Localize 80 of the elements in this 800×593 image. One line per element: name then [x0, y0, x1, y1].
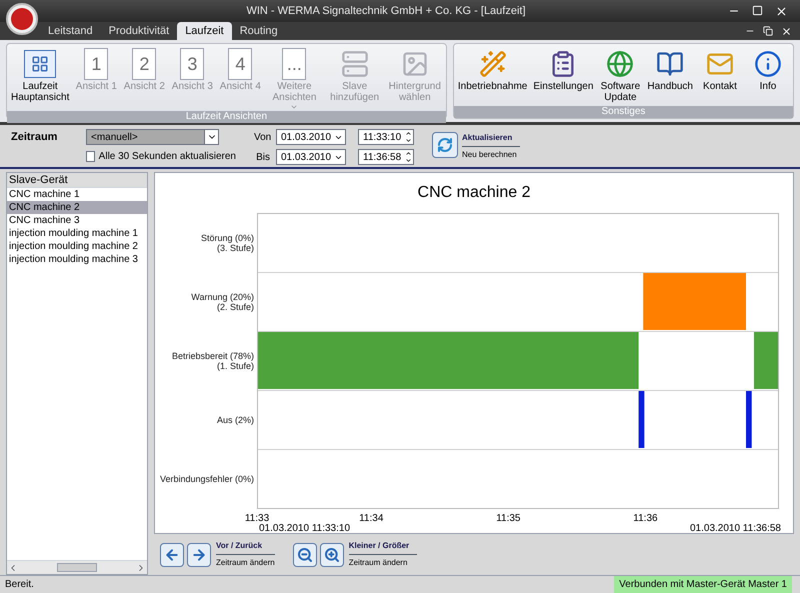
refresh-subtitle: Neu berechnen — [462, 149, 518, 161]
ribbon-tab[interactable]: Leitstand — [40, 22, 101, 40]
info-icon — [754, 50, 782, 78]
arrow-left-icon — [164, 546, 180, 562]
page-icon: ... — [282, 48, 306, 80]
range-label: Zeitraum — [11, 130, 58, 145]
range-dropdown[interactable]: <manuell> — [86, 129, 219, 145]
book-icon — [656, 50, 684, 78]
restore-icon[interactable] — [763, 26, 773, 36]
refresh-title: Aktualisieren — [462, 132, 520, 147]
device-item[interactable]: injection moulding machine 3 — [7, 253, 147, 266]
nav-title: Kleiner / Größer — [348, 540, 418, 555]
window-title: WIN - WERMA Signaltechnik GmbH + Co. KG - [Laufzeit] — [246, 4, 526, 19]
page-icon: 3 — [180, 48, 204, 80]
tick-label: 11:35 — [496, 512, 520, 526]
device-item[interactable]: CNC machine 3 — [7, 214, 147, 227]
spinner-icon — [405, 130, 412, 144]
maximize-icon[interactable] — [752, 4, 763, 16]
arrow-right-icon — [191, 546, 207, 562]
device-item[interactable]: injection moulding machine 1 — [7, 227, 147, 240]
tick-label: 11:36 — [633, 512, 658, 526]
device-item[interactable]: CNC machine 2 — [7, 201, 147, 214]
ribbon-button[interactable]: Laufzeit Hauptansicht — [9, 47, 72, 103]
nav-title: Vor / Zurück — [216, 540, 275, 555]
date-field[interactable]: 01.03.2010 — [276, 129, 346, 145]
wand-icon — [478, 50, 507, 78]
scrollbar[interactable] — [7, 560, 147, 574]
globe-icon — [606, 50, 634, 78]
row-label: Warnung (20%) (2. Stufe) — [191, 292, 254, 312]
device-item[interactable]: injection moulding machine 2 — [7, 240, 147, 253]
ribbon-button[interactable]: Info — [745, 47, 791, 92]
zoom-in-icon — [324, 546, 340, 562]
forward-button[interactable] — [187, 542, 211, 566]
row-label: Aus (2%) — [216, 414, 254, 424]
group-title: Sonstiges — [454, 106, 793, 118]
date-label: Bis — [255, 150, 270, 164]
status-text: Bereit. — [4, 578, 34, 592]
image-icon — [400, 50, 429, 78]
back-button[interactable] — [160, 542, 184, 566]
ribbon-button[interactable]: Inbetriebnahme — [456, 47, 530, 92]
ribbon-button[interactable]: Einstellungen — [531, 47, 596, 92]
list-header: Slave-Gerät — [7, 173, 147, 188]
row-label: Störung (0%) (3. Stufe) — [200, 232, 254, 252]
zoom-out-icon — [296, 546, 313, 562]
ribbon-button[interactable]: Kontakt — [697, 47, 743, 92]
tick-label: 11:33 — [244, 512, 270, 524]
date-field[interactable]: 01.03.2010 — [276, 149, 346, 165]
ribbon-tab[interactable]: Routing — [232, 22, 286, 40]
refresh-button[interactable] — [432, 132, 458, 158]
nav-subtitle: Zeitraum ändern — [348, 557, 408, 569]
ribbon-button[interactable]: Software Update — [597, 47, 644, 103]
time-field[interactable]: 11:33:10 — [358, 129, 414, 145]
auto-refresh-checkbox[interactable]: Alle 30 Sekunden aktualisieren — [86, 149, 236, 164]
close-icon[interactable] — [775, 4, 788, 18]
zoom-in-button[interactable] — [320, 542, 344, 566]
row-label: Verbindungsfehler (0%) — [160, 474, 254, 484]
connection-status: Verbunden mit Master-Gerät Master 1 — [614, 576, 792, 593]
ribbon-tab[interactable]: Laufzeit — [177, 22, 232, 40]
group-title: Laufzeit Ansichten — [7, 111, 446, 123]
refresh-icon — [437, 137, 453, 153]
spinner-icon — [405, 150, 412, 164]
start-time: 01.03.2010 11:33:10 — [259, 523, 350, 534]
calendar-icon — [24, 50, 56, 78]
page-icon: 4 — [228, 48, 252, 80]
page-icon: 2 — [132, 48, 156, 80]
date-label: Von — [254, 130, 270, 144]
device-item[interactable]: CNC machine 1 — [7, 188, 147, 201]
row-label: Betriebsbereit (78%) (1. Stufe) — [172, 350, 254, 370]
device-icon — [340, 50, 369, 78]
app-logo-icon[interactable] — [6, 3, 38, 35]
ribbon-tab[interactable]: Produktivität — [100, 22, 178, 40]
end-time: 01.03.2010 11:36:58 — [690, 523, 781, 534]
chart-title: CNC machine 2 — [416, 183, 532, 203]
tick-label: 11:34 — [359, 512, 384, 526]
ribbon-button[interactable]: Handbuch — [645, 47, 695, 92]
time-field[interactable]: 11:36:58 — [358, 149, 414, 165]
close-icon[interactable] — [781, 26, 792, 37]
nav-subtitle: Zeitraum ändern — [216, 557, 275, 569]
zoom-out-button[interactable] — [292, 542, 317, 566]
page-icon: 1 — [84, 48, 108, 80]
